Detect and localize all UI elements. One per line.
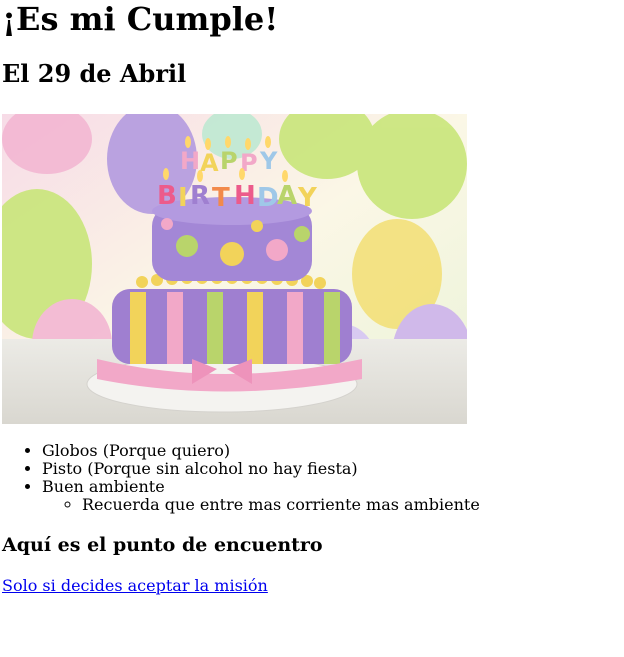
- list-item: Pisto (Porque sin alcohol no hay fiesta): [42, 460, 622, 478]
- list-item: Globos (Porque quiero): [42, 442, 622, 460]
- svg-text:A: A: [200, 149, 219, 177]
- list-item-label: Buen ambiente: [42, 477, 165, 496]
- svg-text:H: H: [234, 181, 256, 211]
- svg-text:H: H: [180, 147, 200, 175]
- svg-text:Y: Y: [297, 183, 318, 213]
- sub-list: Recuerda que entre mas corriente mas amb…: [42, 496, 622, 514]
- cake-bottom-tier: [97, 289, 362, 392]
- list-item: Buen ambiente Recuerda que entre mas cor…: [42, 478, 622, 514]
- sub-list-item: Recuerda que entre mas corriente mas amb…: [82, 496, 622, 514]
- svg-text:I: I: [178, 183, 188, 213]
- svg-text:R: R: [190, 181, 210, 211]
- svg-text:D: D: [257, 183, 279, 213]
- date-heading: El 29 de Abril: [2, 59, 187, 88]
- meeting-point-heading: Aquí es el punto de encuentro: [2, 534, 323, 556]
- svg-text:P: P: [220, 147, 238, 175]
- svg-text:T: T: [212, 183, 230, 213]
- accept-mission-link[interactable]: Solo si decides aceptar la misión: [2, 576, 268, 595]
- page: ¡Es mi Cumple! El 29 de Abril H A P P Y …: [0, 0, 624, 595]
- birthday-cake-image: H A P P Y B I R T H D A Y: [2, 114, 467, 424]
- svg-text:A: A: [277, 181, 297, 211]
- svg-text:Y: Y: [259, 147, 278, 175]
- party-list: Globos (Porque quiero) Pisto (Porque sin…: [2, 442, 622, 514]
- page-title: ¡Es mi Cumple!: [2, 0, 279, 38]
- svg-text:B: B: [157, 181, 177, 211]
